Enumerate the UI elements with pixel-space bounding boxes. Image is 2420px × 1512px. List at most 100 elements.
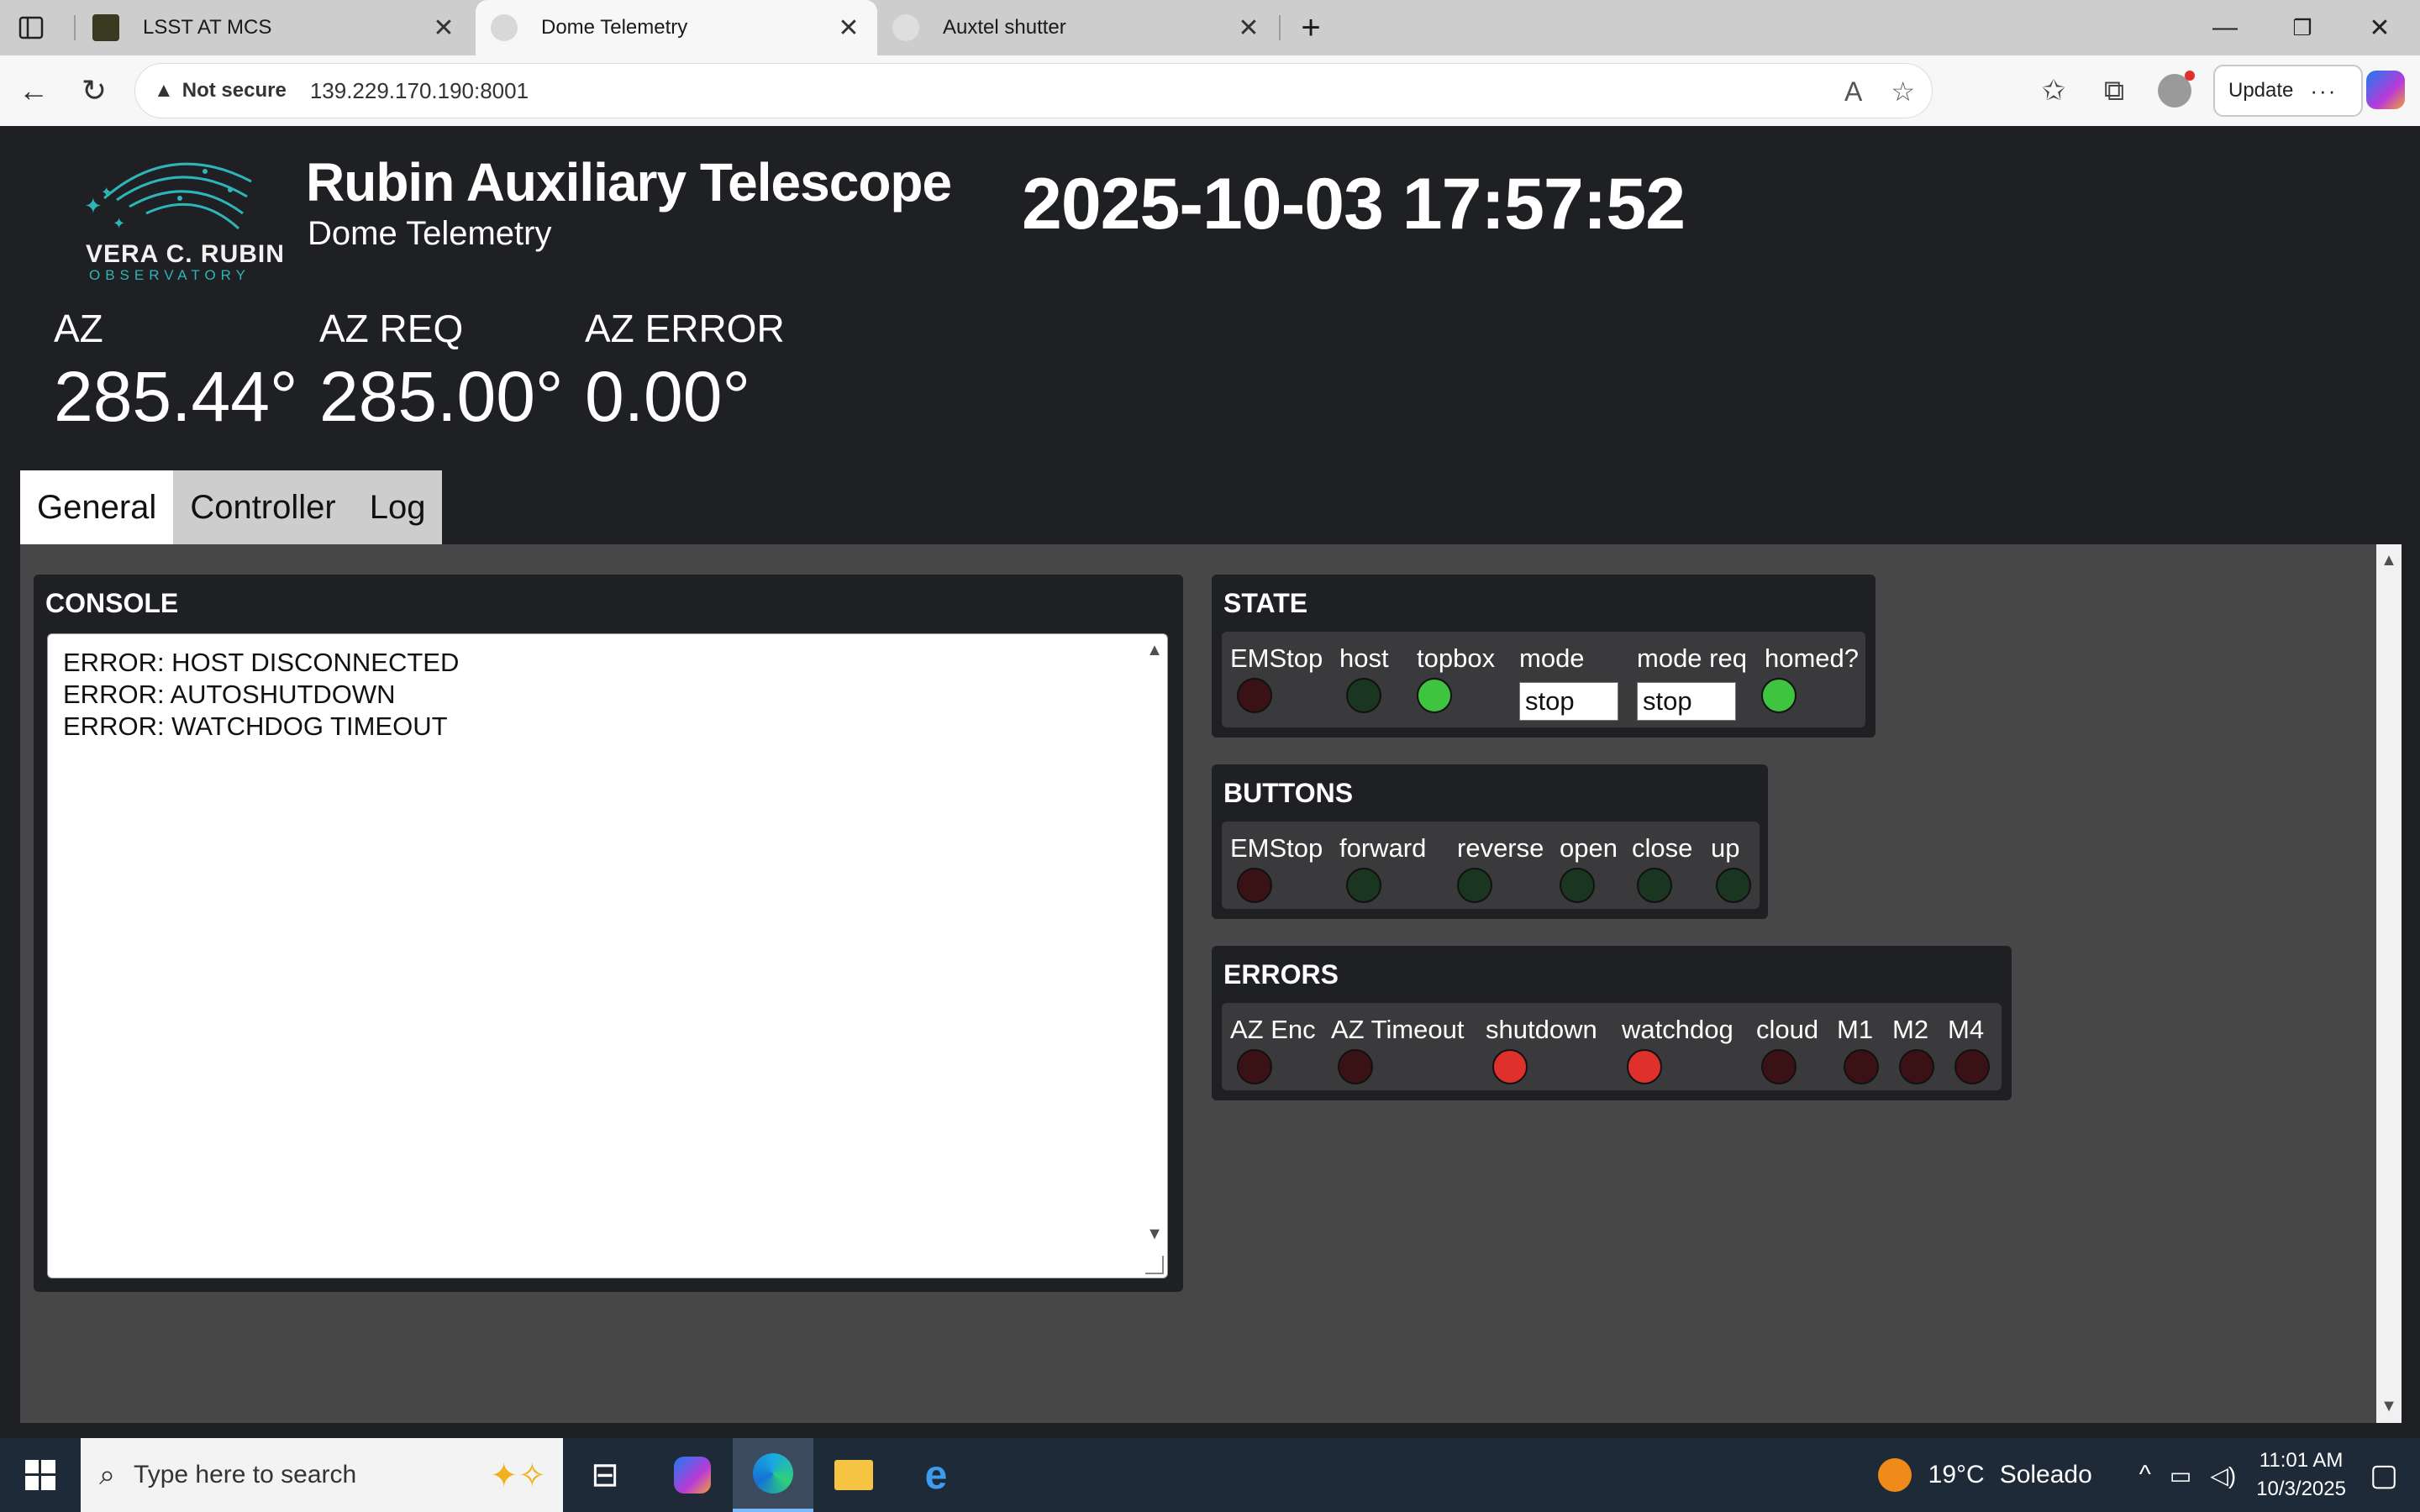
error-label-watchdog: watchdog [1622,1015,1733,1044]
browser-tab-title: Auxtel shutter [943,16,1066,39]
metric-az: AZ 285.44° [54,306,298,438]
windows-logo-icon [25,1460,55,1490]
new-tab-button[interactable]: + [1286,0,1336,55]
resize-grip-icon[interactable] [1145,1256,1164,1274]
tab-controller[interactable]: Controller [173,470,352,544]
copilot-icon[interactable] [2366,71,2405,109]
button-label-close: close [1632,833,1693,863]
error-label-m2: M2 [1892,1015,1929,1044]
button-label-forward: forward [1339,833,1427,863]
errors-indicators: AZ Enc AZ Timeout shutdown watchdog clou… [1222,1003,2002,1090]
scroll-up-icon[interactable]: ▲ [2376,551,2402,570]
svg-text:✦: ✦ [101,184,112,200]
weather-sun-icon[interactable] [1877,1458,1912,1492]
scroll-down-icon[interactable]: ▼ [2376,1397,2402,1416]
page-favicon-icon [491,14,518,41]
rubin-logo-icon: ✦ ✦ ✦ [84,162,252,233]
restore-button[interactable]: ❐ [2264,0,2341,55]
console-textarea[interactable]: ERROR: HOST DISCONNECTED ERROR: AUTOSHUT… [47,633,1168,1278]
minimize-button[interactable]: — [2186,0,2264,55]
metric-value: 285.44° [54,357,298,436]
scroll-up-icon[interactable]: ▲ [1142,641,1167,660]
error-label-cloud: cloud [1756,1015,1819,1044]
edge-app-icon[interactable] [733,1438,813,1512]
state-label-mode: mode [1519,643,1585,673]
error-label-shutdown: shutdown [1486,1015,1597,1044]
close-tab-icon[interactable]: ✕ [429,13,459,43]
tab-general[interactable]: General [20,470,174,544]
weather-temperature[interactable]: 19°C [1928,1461,1985,1489]
button-label-reverse: reverse [1457,833,1544,863]
error-label-m4: M4 [1948,1015,1985,1044]
tab-log[interactable]: Log [353,470,443,544]
notifications-icon[interactable]: ▢ [2370,1457,2398,1493]
file-explorer-icon[interactable] [813,1438,894,1512]
update-button[interactable]: Update ··· [2213,65,2363,117]
tray-chevron-icon[interactable]: ^ [2139,1461,2151,1489]
metric-label: AZ REQ [319,307,464,350]
weather-condition[interactable]: Soleado [2000,1461,2092,1489]
task-view-icon[interactable]: ⊟ [565,1438,645,1512]
button-led-close [1637,868,1672,903]
mode-req-field[interactable]: stop [1637,682,1736,721]
console-heading: CONSOLE [45,588,179,618]
error-led-az-enc [1237,1049,1272,1084]
scroll-down-icon[interactable]: ▼ [1142,1225,1167,1244]
more-menu-icon[interactable]: ··· [2310,78,2337,104]
browser-tab-dome-telemetry[interactable]: Dome Telemetry ✕ [476,0,877,55]
close-tab-icon[interactable]: ✕ [834,13,864,43]
reload-button[interactable]: ↻ [69,66,119,116]
state-heading: STATE [1223,588,1308,618]
browser-tab-lsst[interactable]: LSST AT MCS ✕ [77,0,472,55]
close-window-button[interactable]: ✕ [2341,0,2418,55]
back-button[interactable]: ← [8,66,59,116]
labview-favicon-icon [92,14,119,41]
page-favicon-icon [892,14,919,41]
browser-tab-title: LSST AT MCS [143,16,272,39]
profile-avatar-icon[interactable] [2149,66,2200,116]
close-tab-icon[interactable]: ✕ [1234,13,1264,43]
state-label-emstop: EMStop [1230,643,1323,673]
error-label-az-timeout: AZ Timeout [1331,1015,1465,1044]
favorites-icon[interactable]: ✩ [2028,66,2079,116]
error-led-az-timeout [1338,1049,1373,1084]
collections-icon[interactable]: ⧉ [2089,66,2139,116]
button-label-up: up [1711,833,1740,863]
button-led-open [1560,868,1595,903]
metric-label: AZ [54,307,103,350]
internet-explorer-icon[interactable]: e [896,1438,976,1512]
taskbar-clock[interactable]: 11:01 AM 10/3/2025 [2256,1446,2346,1504]
state-label-mode-req: mode req [1637,643,1747,673]
metric-value: 285.00° [319,357,564,436]
sidebar-toggle-icon [18,16,44,39]
console-panel: CONSOLE ERROR: HOST DISCONNECTED ERROR: … [34,575,1183,1292]
volume-icon[interactable]: ◁) [2210,1462,2236,1489]
page-tabs: General Controller Log [20,470,443,544]
browser-tab-auxtel-shutter[interactable]: Auxtel shutter ✕ [877,0,1277,55]
errors-panel: ERRORS AZ Enc AZ Timeout shutdown watchd… [1212,946,2012,1100]
start-button[interactable] [0,1438,81,1512]
browser-tab-title: Dome Telemetry [541,16,688,39]
address-bar[interactable]: ▲ Not secure 139.229.170.190:8001 A ☆ [134,63,1933,118]
read-aloud-icon[interactable]: A [1844,76,1862,108]
tab-actions-icon[interactable] [18,0,69,55]
security-label: Not secure [182,79,287,102]
page-scrollbar[interactable]: ▲ ▼ [2376,544,2402,1423]
state-led-topbox [1417,678,1452,713]
network-icon[interactable]: ▭ [2170,1462,2191,1489]
warning-icon: ▲ [154,79,174,102]
button-led-emstop [1237,868,1272,903]
favorite-star-icon[interactable]: ☆ [1891,76,1915,108]
state-label-homed: homed? [1765,643,1860,673]
app-title: Rubin Auxiliary Telescope [306,152,952,213]
error-led-m4 [1954,1049,1990,1084]
taskbar-search[interactable]: ⌕ Type here to search ✦✧ [81,1438,563,1512]
url-text[interactable]: 139.229.170.190:8001 [310,78,529,104]
copilot-app-icon[interactable] [652,1438,733,1512]
button-label-emstop: EMStop [1230,833,1323,863]
metric-az-req: AZ REQ 285.00° [319,306,564,438]
console-scrollbar[interactable]: ▲ ▼ [1142,634,1167,1278]
mode-field[interactable]: stop [1519,682,1618,721]
error-led-shutdown [1492,1049,1528,1084]
state-indicators: EMStop host topbox mode stop mode req st… [1222,632,1865,727]
